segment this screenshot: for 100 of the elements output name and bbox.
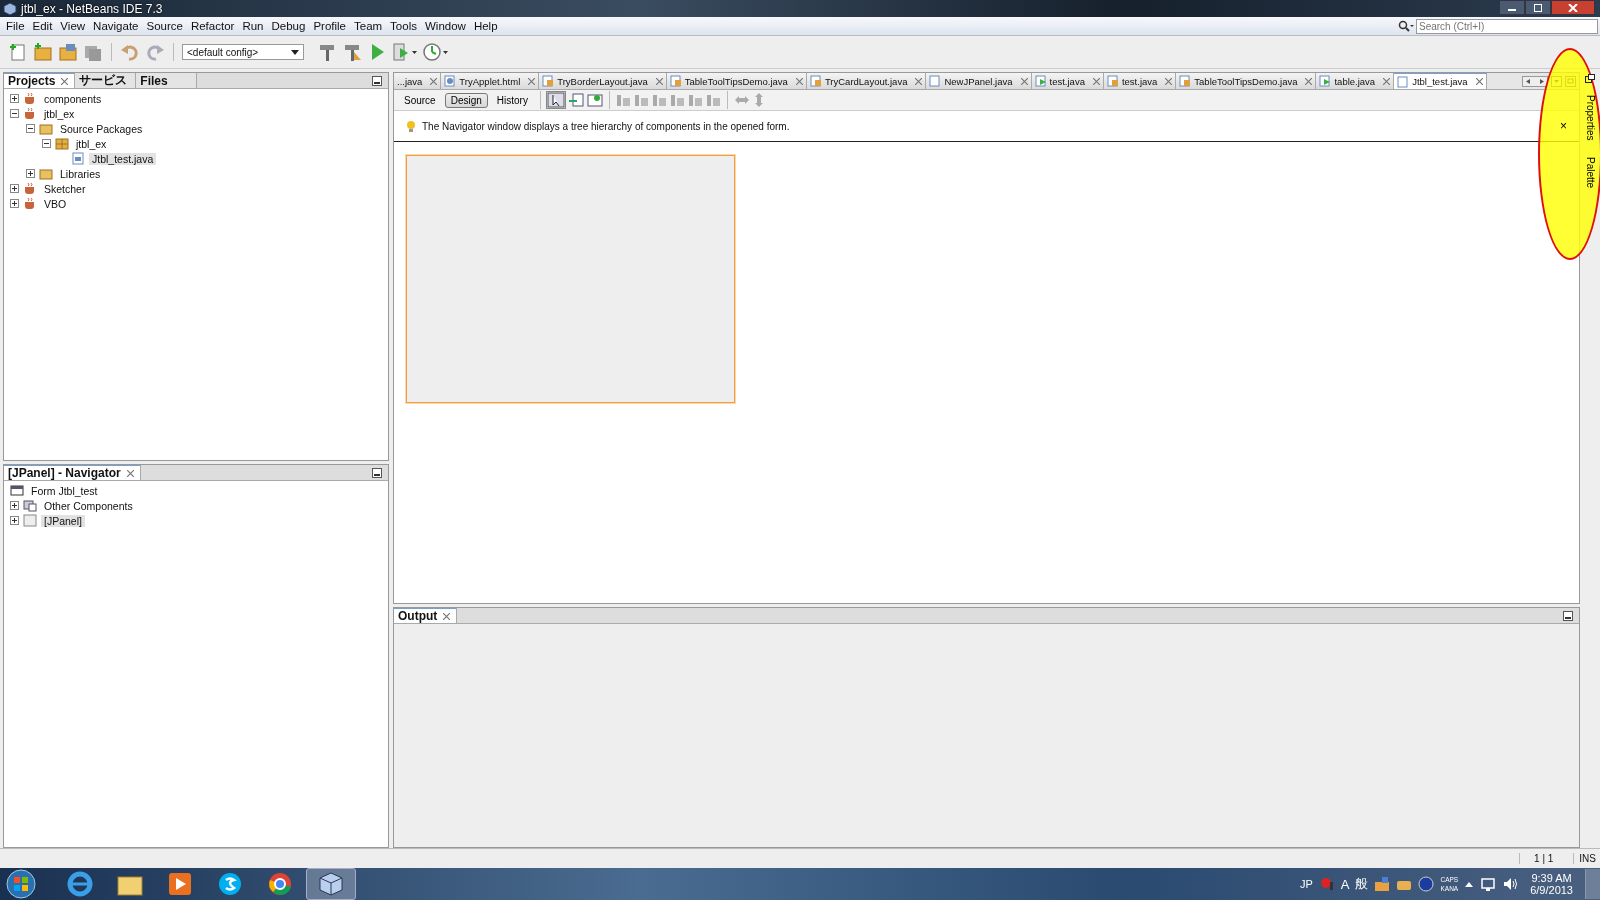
taskbar-button[interactable] [306, 868, 356, 900]
menu-item[interactable]: Profile [309, 20, 350, 32]
preview-icon[interactable] [586, 92, 603, 108]
ime-kanji[interactable]: 般 [1355, 875, 1369, 893]
close-icon[interactable] [528, 77, 536, 85]
menu-item[interactable]: Source [142, 20, 187, 32]
panel-tab[interactable]: Files [136, 73, 198, 88]
connection-mode-icon[interactable] [567, 92, 584, 108]
ime-mode[interactable]: A [1340, 876, 1350, 892]
close-button[interactable] [1551, 0, 1595, 15]
close-icon[interactable] [61, 77, 69, 85]
close-icon[interactable] [655, 77, 663, 85]
hammer-icon[interactable] [317, 42, 337, 62]
volume-icon[interactable] [1502, 876, 1519, 892]
minimize-button[interactable] [1499, 0, 1525, 15]
expand-icon[interactable] [10, 199, 19, 208]
editor-tab[interactable]: TableToolTipsDemo.java [666, 73, 807, 89]
tree-item[interactable]: Libraries [57, 167, 104, 180]
new-folder-icon[interactable] [33, 42, 53, 62]
close-icon[interactable] [443, 612, 451, 620]
close-button[interactable]: × [1560, 119, 1567, 133]
close-icon[interactable] [1165, 77, 1173, 85]
collapse-icon[interactable] [26, 124, 35, 133]
close-icon[interactable] [1092, 77, 1100, 85]
new-file-icon[interactable] [8, 42, 28, 62]
search-icon[interactable] [1398, 20, 1414, 32]
menu-item[interactable]: Window [420, 20, 470, 32]
menu-item[interactable]: Help [469, 20, 502, 32]
menu-item[interactable]: Refactor [186, 20, 239, 32]
tree-item[interactable]: [JPanel] [41, 514, 85, 527]
tree-item[interactable]: Sketcher [41, 182, 89, 195]
tree-item[interactable]: VBO [41, 197, 70, 210]
search-field[interactable]: Search (Ctrl+I) [1416, 18, 1598, 34]
editor-tab[interactable]: test.java [1103, 73, 1177, 89]
side-tab[interactable]: Properties [1584, 91, 1596, 145]
collapse-icon[interactable] [10, 109, 19, 118]
tree-item[interactable]: jtbl_ex [41, 107, 78, 120]
close-icon[interactable] [1020, 77, 1028, 85]
tree-item[interactable]: Jtbl_test.java [89, 152, 157, 165]
tools-icon[interactable] [1374, 876, 1391, 892]
minimize-icon[interactable] [372, 75, 382, 86]
view-tab[interactable]: History [490, 92, 534, 108]
view-tab[interactable]: Design [444, 92, 488, 108]
open-folder-icon[interactable] [58, 42, 78, 62]
maximize-button[interactable] [1525, 0, 1551, 15]
tree-item[interactable]: Other Components [41, 499, 136, 512]
editor-tab[interactable]: TryApplet.html [441, 73, 540, 89]
side-tab[interactable]: Palette [1584, 152, 1596, 192]
editor-tab[interactable]: ...java [394, 73, 442, 89]
panel-tab[interactable]: Projects [4, 73, 76, 88]
show-hidden-icon[interactable] [1464, 880, 1475, 888]
tree-item[interactable]: Form Jtbl_test [28, 484, 101, 497]
expand-icon[interactable] [10, 94, 19, 103]
view-tab[interactable]: Source [398, 92, 442, 108]
menu-item[interactable]: File [2, 20, 29, 32]
network-icon[interactable] [1480, 876, 1497, 892]
menu-item[interactable]: Debug [267, 20, 310, 32]
editor-tab[interactable]: TableToolTipsDemo.java [1176, 73, 1317, 89]
editor-tab[interactable]: Jtbl_test.java [1394, 73, 1487, 89]
close-icon[interactable] [430, 77, 438, 85]
clean-build-icon[interactable] [342, 42, 362, 62]
menu-item[interactable]: View [56, 20, 90, 32]
editor-tab[interactable]: NewJPanel.java [926, 73, 1032, 89]
clock[interactable]: 9:39 AM 6/9/2013 [1530, 872, 1573, 896]
editor-tab[interactable]: table.java [1316, 73, 1395, 89]
editor-tab[interactable]: TryCardLayout.java [806, 73, 927, 89]
debug-icon[interactable] [392, 42, 418, 62]
panel-tab[interactable]: [JPanel] - Navigator [4, 465, 141, 480]
help-icon[interactable] [1418, 876, 1435, 892]
profile-icon[interactable] [423, 42, 449, 62]
menu-item[interactable]: Edit [28, 20, 57, 32]
menu-item[interactable]: Tools [386, 20, 421, 32]
close-icon[interactable] [915, 77, 923, 85]
panel-tab[interactable]: サービス [75, 73, 137, 88]
editor-tab[interactable]: TryBorderLayout.java [539, 73, 667, 89]
expand-icon[interactable] [10, 184, 19, 193]
minimize-icon[interactable] [372, 467, 382, 478]
config-dropdown[interactable]: <default config> [182, 44, 304, 60]
close-icon[interactable] [1475, 78, 1483, 85]
tree-item[interactable]: jtbl_ex [73, 137, 110, 150]
tree-item[interactable]: components [41, 92, 105, 105]
menu-item[interactable]: Navigate [89, 20, 143, 32]
editor-tab[interactable]: test.java [1031, 73, 1104, 89]
selection-mode-icon[interactable] [546, 92, 565, 108]
expand-icon[interactable] [10, 516, 19, 525]
close-icon[interactable] [795, 77, 803, 85]
scroll-tabs-icon[interactable] [1522, 75, 1548, 87]
minimize-icon[interactable] [1563, 610, 1573, 621]
menu-item[interactable]: Run [238, 20, 268, 32]
close-icon[interactable] [1383, 77, 1391, 85]
tree-item[interactable]: Source Packages [57, 122, 146, 135]
start-button[interactable] [4, 869, 38, 899]
close-icon[interactable] [1305, 77, 1313, 85]
expand-icon[interactable] [10, 501, 19, 510]
close-icon[interactable] [126, 469, 134, 477]
restore-icon[interactable] [1585, 74, 1595, 83]
language-indicator[interactable]: JP [1299, 878, 1313, 890]
collapse-icon[interactable] [42, 139, 51, 148]
pin-icon[interactable] [1318, 876, 1335, 892]
menu-item[interactable]: Team [350, 20, 387, 32]
